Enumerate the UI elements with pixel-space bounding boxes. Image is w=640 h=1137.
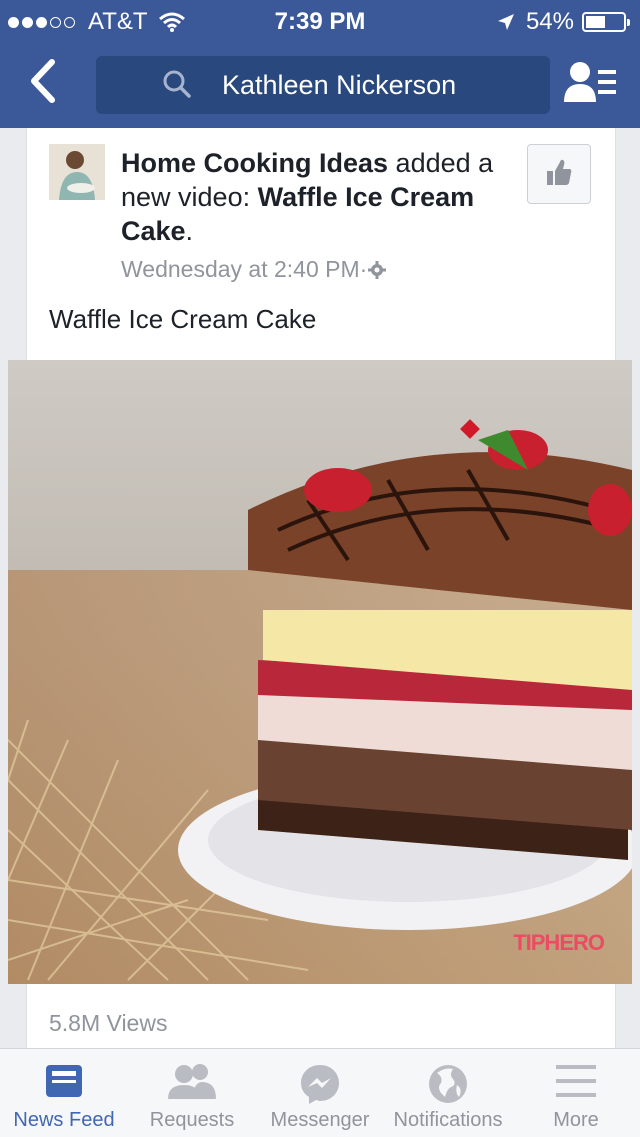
tab-label: Messenger bbox=[270, 1109, 370, 1131]
gear-icon bbox=[368, 260, 387, 279]
battery-percent: 54% bbox=[525, 8, 574, 35]
messenger-icon bbox=[301, 1065, 339, 1104]
tab-messenger[interactable]: Messenger bbox=[256, 1049, 384, 1137]
search-icon bbox=[163, 70, 191, 98]
cake-image bbox=[8, 360, 632, 984]
headline-period: . bbox=[185, 216, 194, 246]
tab-label: More bbox=[553, 1109, 599, 1131]
avatar-image bbox=[49, 144, 105, 200]
menu-icon bbox=[556, 1065, 596, 1097]
tab-bar: News Feed Requests Messenger Notificatio… bbox=[0, 1048, 640, 1137]
tab-notifications[interactable]: Notifications bbox=[384, 1049, 512, 1137]
navigation-bar: Kathleen Nickerson bbox=[0, 40, 640, 128]
like-page-button[interactable] bbox=[527, 144, 591, 204]
video-thumbnail[interactable]: TIPHERO bbox=[8, 360, 632, 984]
post-headline: Home Cooking Ideas added a new video: Wa… bbox=[121, 146, 521, 248]
friend-requests-icon bbox=[168, 1064, 216, 1099]
battery-icon bbox=[582, 12, 630, 32]
tab-label: Requests bbox=[149, 1109, 235, 1131]
news-feed-icon bbox=[46, 1065, 82, 1097]
location-arrow-icon bbox=[497, 14, 514, 30]
status-right: 54% bbox=[496, 8, 630, 36]
back-icon[interactable] bbox=[22, 54, 66, 108]
tiphero-watermark: TIPHERO bbox=[513, 930, 605, 955]
top-bar: AT&T 7:39 PM 54% Kathleen Nickerson bbox=[0, 0, 640, 128]
status-bar: AT&T 7:39 PM 54% bbox=[0, 0, 640, 40]
globe-icon bbox=[429, 1065, 467, 1103]
tab-more[interactable]: More bbox=[512, 1049, 640, 1137]
post-timestamp[interactable]: Wednesday at 2:40 PM bbox=[121, 256, 360, 283]
friend-list-icon[interactable] bbox=[564, 60, 618, 106]
page-name-link[interactable]: Home Cooking Ideas bbox=[121, 148, 388, 178]
search-text: Kathleen Nickerson bbox=[222, 70, 457, 100]
tab-label: Notifications bbox=[393, 1109, 503, 1131]
post-caption: Waffle Ice Cream Cake bbox=[49, 304, 317, 334]
view-count: 5.8M Views bbox=[49, 1010, 168, 1036]
tab-label: News Feed bbox=[13, 1109, 115, 1131]
tab-requests[interactable]: Requests bbox=[128, 1049, 256, 1137]
page-avatar[interactable] bbox=[49, 144, 105, 200]
meta-separator: · bbox=[359, 256, 368, 282]
search-field[interactable]: Kathleen Nickerson bbox=[96, 56, 550, 114]
tab-news-feed[interactable]: News Feed bbox=[0, 1049, 128, 1137]
thumbs-up-icon bbox=[547, 159, 572, 185]
post-meta: Wednesday at 2:40 PM · bbox=[121, 256, 387, 283]
